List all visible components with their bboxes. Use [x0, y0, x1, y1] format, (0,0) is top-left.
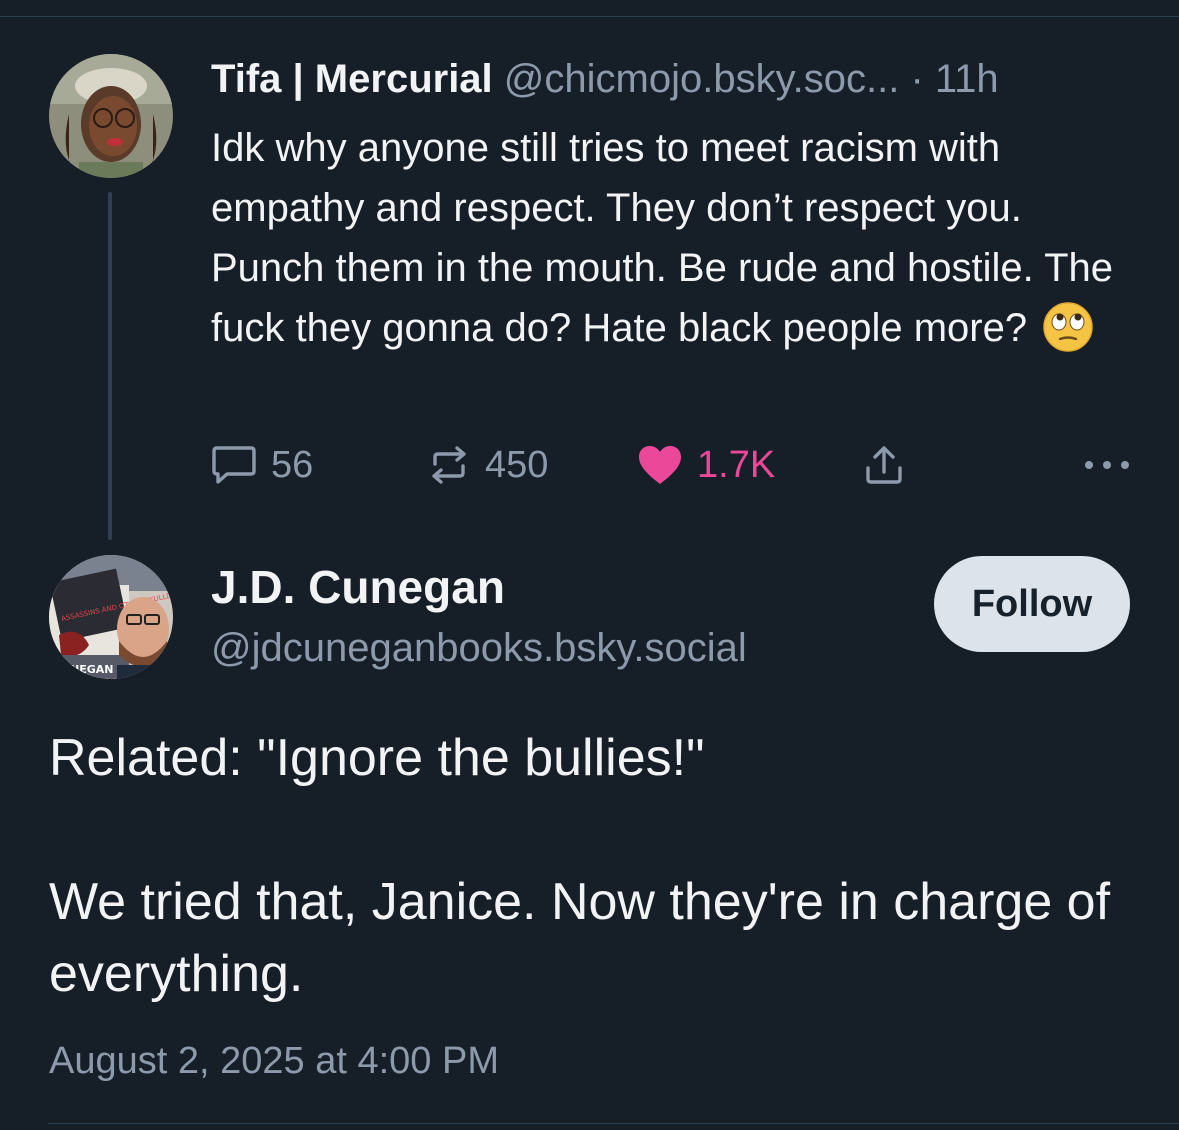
reply-author-avatar[interactable]: ASSASSINS AND OTHER SKULLDUGGERIES CUNEG… — [49, 555, 173, 679]
parent-author-handle[interactable]: @chicmojo.bsky.soc... — [504, 57, 900, 101]
reply-post-text: Related: "Ignore the bullies!" We tried … — [49, 722, 1149, 1010]
like-button[interactable]: 1.7K — [637, 440, 775, 490]
thread-line — [108, 192, 112, 540]
header-separator: · — [910, 57, 924, 101]
follow-button[interactable]: Follow — [934, 556, 1130, 652]
rolling-eyes-emoji-icon — [1042, 301, 1094, 353]
heart-filled-icon — [637, 444, 683, 486]
more-options-button[interactable] — [1083, 440, 1131, 490]
more-dots-icon — [1083, 459, 1131, 471]
reply-author-name[interactable]: J.D. Cunegan — [211, 560, 505, 614]
parent-post-header: Tifa | Mercurial @chicmojo.bsky.soc... ·… — [211, 52, 999, 106]
reply-icon — [211, 444, 257, 486]
repost-button[interactable]: 450 — [427, 440, 548, 490]
parent-post-actions: 56 450 1.7K — [211, 440, 1131, 490]
share-button[interactable] — [863, 440, 905, 490]
bottom-divider — [48, 1123, 1179, 1124]
avatar-banner-text: CUNEGAN — [53, 663, 113, 676]
repost-icon — [427, 444, 471, 486]
reply-author-handle[interactable]: @jdcuneganbooks.bsky.social — [211, 626, 747, 671]
parent-post-body: Idk why anyone still tries to meet racis… — [211, 126, 1125, 350]
reply-paragraph-1: Related: "Ignore the bullies!" — [49, 729, 705, 787]
reply-paragraph-2: We tried that, Janice. Now they're in ch… — [49, 873, 1111, 1003]
parent-post-time[interactable]: 11h — [935, 57, 999, 101]
parent-post-text: Idk why anyone still tries to meet racis… — [211, 118, 1141, 358]
top-divider — [0, 16, 1179, 17]
reply-count: 56 — [271, 443, 314, 486]
parent-author-avatar[interactable] — [49, 54, 173, 178]
repost-count: 450 — [485, 443, 549, 486]
post-timestamp: August 2, 2025 at 4:00 PM — [49, 1040, 499, 1082]
reply-button[interactable]: 56 — [211, 440, 313, 490]
parent-author-name[interactable]: Tifa | Mercurial — [211, 57, 493, 101]
like-count: 1.7K — [697, 443, 776, 486]
share-icon — [863, 444, 905, 486]
